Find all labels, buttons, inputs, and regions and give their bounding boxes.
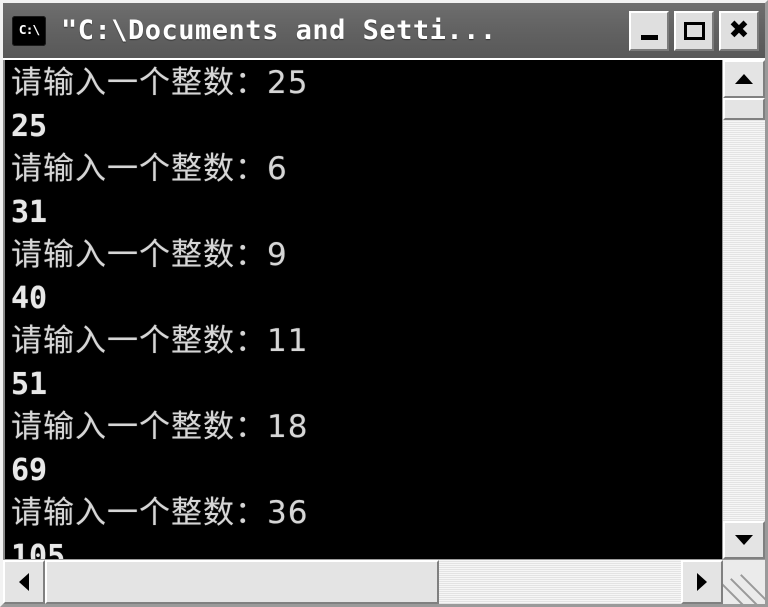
vertical-scroll-thumb[interactable] xyxy=(723,98,765,120)
chevron-right-icon xyxy=(697,573,707,591)
horizontal-scroll-track[interactable] xyxy=(45,560,681,604)
chevron-left-icon xyxy=(19,573,29,591)
console-line: 69 xyxy=(11,453,48,488)
horizontal-scrollbar[interactable] xyxy=(3,559,765,604)
console-line: 请输入一个整数：25 xyxy=(11,65,309,101)
chevron-down-icon xyxy=(735,535,753,545)
horizontal-scroll-thumb[interactable] xyxy=(45,560,440,604)
maximize-button[interactable] xyxy=(674,10,714,51)
command-prompt-icon-glyph: C:\ xyxy=(18,23,41,38)
command-prompt-icon[interactable]: C:\ xyxy=(12,15,46,46)
window-body: 请输入一个整数：25 25 请输入一个整数：6 31 请输入一个整数：9 40 请输入一个整… xyxy=(3,58,765,559)
console-line: 请输入一个整数：18 xyxy=(11,409,309,445)
console-line: 请输入一个整数：6 xyxy=(11,151,288,187)
console-line: 40 xyxy=(11,281,48,316)
console-line: 25 xyxy=(11,109,48,144)
scroll-down-button[interactable] xyxy=(723,521,765,559)
minimize-button[interactable] xyxy=(629,10,669,51)
chevron-up-icon xyxy=(735,74,753,84)
window-controls: ✖ xyxy=(629,10,759,51)
maximize-icon xyxy=(683,21,705,40)
console-window: C:\ "C:\Documents and Setti... ✖ 请输入一个整数… xyxy=(0,0,768,607)
resize-grip[interactable] xyxy=(723,560,765,604)
scroll-left-button[interactable] xyxy=(3,560,45,604)
console-line: 51 xyxy=(11,367,48,402)
console-line: 请输入一个整数：36 xyxy=(11,495,309,531)
console-line: 105 xyxy=(11,539,66,559)
console-line: 请输入一个整数：9 xyxy=(11,237,288,273)
console-line: 31 xyxy=(11,195,48,230)
scroll-up-button[interactable] xyxy=(723,60,765,98)
resize-grip-line xyxy=(723,582,764,604)
minimize-icon xyxy=(640,35,658,40)
console-output-area[interactable]: 请输入一个整数：25 25 请输入一个整数：6 31 请输入一个整数：9 40 请输入一个整… xyxy=(3,60,722,559)
vertical-scroll-track[interactable] xyxy=(723,98,765,521)
vertical-scrollbar[interactable] xyxy=(722,60,765,559)
scroll-right-button[interactable] xyxy=(681,560,723,604)
title-bar[interactable]: C:\ "C:\Documents and Setti... ✖ xyxy=(3,3,765,58)
close-button[interactable]: ✖ xyxy=(719,10,759,51)
window-title: "C:\Documents and Setti... xyxy=(61,15,497,46)
console-line: 请输入一个整数：11 xyxy=(11,323,309,359)
close-icon: ✖ xyxy=(728,15,750,44)
